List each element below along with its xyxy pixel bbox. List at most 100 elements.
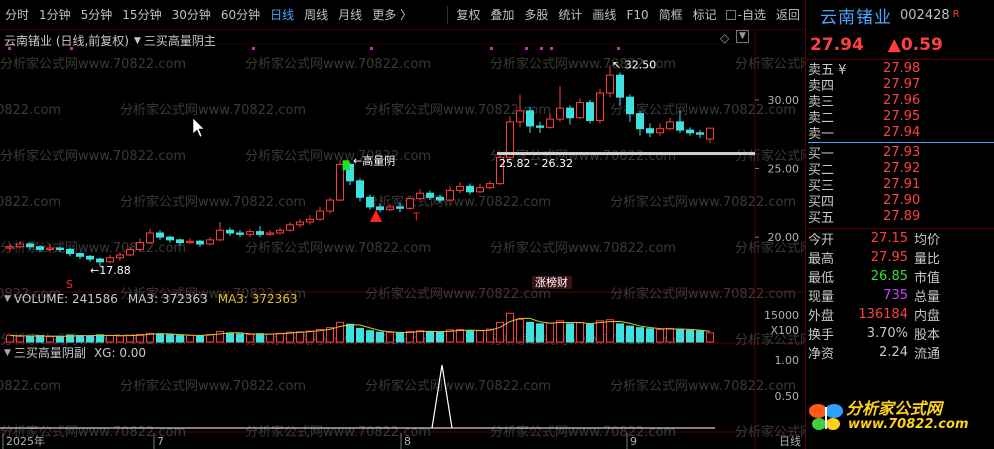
volume-bar (476, 330, 484, 343)
back-button[interactable]: 返回 (771, 0, 805, 30)
candle-body[interactable] (516, 110, 524, 123)
candle-body[interactable] (56, 247, 64, 250)
candle-body[interactable] (586, 102, 594, 121)
tab-weekly[interactable]: 周线 (299, 0, 333, 30)
tab-intraday[interactable]: 分时 (0, 0, 34, 30)
statistics-button[interactable]: 统计 (553, 0, 587, 30)
ask-price: 27.95 (883, 109, 921, 125)
candle-body[interactable] (266, 232, 274, 235)
candle-body[interactable] (6, 246, 14, 249)
candle-body[interactable] (66, 248, 74, 255)
candlestick-chart[interactable]: 分析家公式网www.70822.com 分析家公式网www.70822.com 分析… (0, 30, 805, 449)
candle-body[interactable] (576, 102, 584, 119)
candle-body[interactable] (96, 258, 104, 263)
candle-body[interactable] (506, 121, 514, 158)
candle-body[interactable] (556, 107, 564, 120)
candle-body[interactable] (676, 121, 684, 131)
collapse-icon[interactable]: ▼ (736, 30, 749, 43)
candle-body[interactable] (416, 192, 424, 200)
tab-monthly[interactable]: 月线 (333, 0, 367, 30)
candle-body[interactable] (376, 206, 384, 211)
simple-frame-button[interactable]: 简框 (654, 0, 688, 30)
candle-body[interactable] (176, 239, 184, 244)
candle-body[interactable] (636, 113, 644, 130)
candle-body[interactable] (706, 127, 714, 140)
candle-body[interactable] (326, 199, 334, 212)
candle-body[interactable] (256, 231, 264, 235)
candle-body[interactable] (156, 232, 164, 238)
chevron-down-icon[interactable]: ▼ (4, 348, 11, 358)
candle-body[interactable] (606, 74, 614, 94)
multi-stock-button[interactable]: 多股 (519, 0, 553, 30)
tab-30min[interactable]: 30分钟 (167, 0, 216, 30)
candle-body[interactable] (566, 107, 574, 119)
candle-body[interactable] (26, 243, 34, 248)
adjust-button[interactable]: 复权 (451, 0, 485, 30)
candle-body[interactable] (206, 239, 214, 245)
candle-body[interactable] (166, 236, 174, 241)
candle-body[interactable] (196, 240, 204, 245)
candle-body[interactable] (486, 183, 494, 189)
candle-body[interactable] (16, 243, 24, 248)
candle-body[interactable] (116, 254, 124, 259)
candle-body[interactable] (546, 118, 554, 128)
tab-60min[interactable]: 60分钟 (216, 0, 265, 30)
tab-5min[interactable]: 5分钟 (76, 0, 118, 30)
candle-body[interactable] (126, 248, 134, 256)
overlay-button[interactable]: 叠加 (485, 0, 519, 30)
candle-body[interactable] (286, 224, 294, 231)
candle-body[interactable] (306, 218, 314, 223)
candle-body[interactable] (226, 229, 234, 234)
self-select-label[interactable]: -自选 (736, 0, 771, 30)
candle-body[interactable] (536, 125, 544, 128)
candle-body[interactable] (596, 92, 604, 121)
candle-body[interactable] (136, 242, 144, 250)
candle-body[interactable] (666, 121, 674, 130)
candle-body[interactable] (246, 231, 254, 235)
candle-body[interactable] (526, 110, 534, 127)
candle-body[interactable] (456, 185, 464, 191)
candle-body[interactable] (446, 189, 454, 201)
tab-more[interactable]: 更多 〉 (367, 0, 417, 30)
candle-body[interactable] (336, 163, 344, 201)
candle-body[interactable] (646, 128, 654, 134)
chevron-down-icon[interactable]: ▼ (134, 36, 141, 46)
candle-body[interactable] (406, 198, 414, 209)
candle-body[interactable] (276, 229, 284, 234)
candle-body[interactable] (216, 229, 224, 241)
candle-body[interactable] (236, 232, 244, 235)
tab-1min[interactable]: 1分钟 (34, 0, 76, 30)
draw-line-button[interactable]: 画线 (587, 0, 621, 30)
candle-body[interactable] (466, 185, 474, 193)
tab-daily[interactable]: 日线 (265, 0, 299, 30)
candle-body[interactable] (46, 247, 54, 250)
candle-body[interactable] (476, 187, 484, 193)
diamond-icon[interactable]: ◇ (720, 31, 729, 45)
chart-area[interactable]: 分析家公式网www.70822.com 分析家公式网www.70822.com 分析… (0, 30, 805, 449)
candle-body[interactable] (366, 196, 374, 208)
tab-15min[interactable]: 15分钟 (117, 0, 166, 30)
candle-body[interactable] (386, 206, 394, 211)
candle-body[interactable] (626, 96, 634, 115)
f10-button[interactable]: F10 (621, 0, 653, 30)
candle-body[interactable] (316, 210, 324, 220)
candle-body[interactable] (36, 246, 44, 250)
candle-body[interactable] (186, 240, 194, 244)
candle-body[interactable] (146, 232, 154, 244)
candle-body[interactable] (656, 128, 664, 134)
candle-body[interactable] (686, 129, 694, 134)
candle-body[interactable] (106, 257, 114, 263)
mark-button[interactable]: 标记 (688, 0, 722, 30)
candle-body[interactable] (396, 206, 404, 209)
candle-body[interactable] (296, 221, 304, 226)
candle-body[interactable] (696, 132, 704, 135)
indicator-name[interactable]: 三买高量阴主 (144, 32, 216, 49)
candle-body[interactable] (436, 196, 444, 201)
candle-body[interactable] (86, 255, 94, 260)
candle-body[interactable] (426, 192, 434, 198)
chevron-down-icon[interactable]: ▼ (4, 294, 11, 304)
candle-body[interactable] (356, 180, 364, 198)
self-select-checkbox[interactable] (725, 9, 736, 20)
candle-body[interactable] (616, 74, 624, 98)
candle-body[interactable] (76, 253, 84, 257)
